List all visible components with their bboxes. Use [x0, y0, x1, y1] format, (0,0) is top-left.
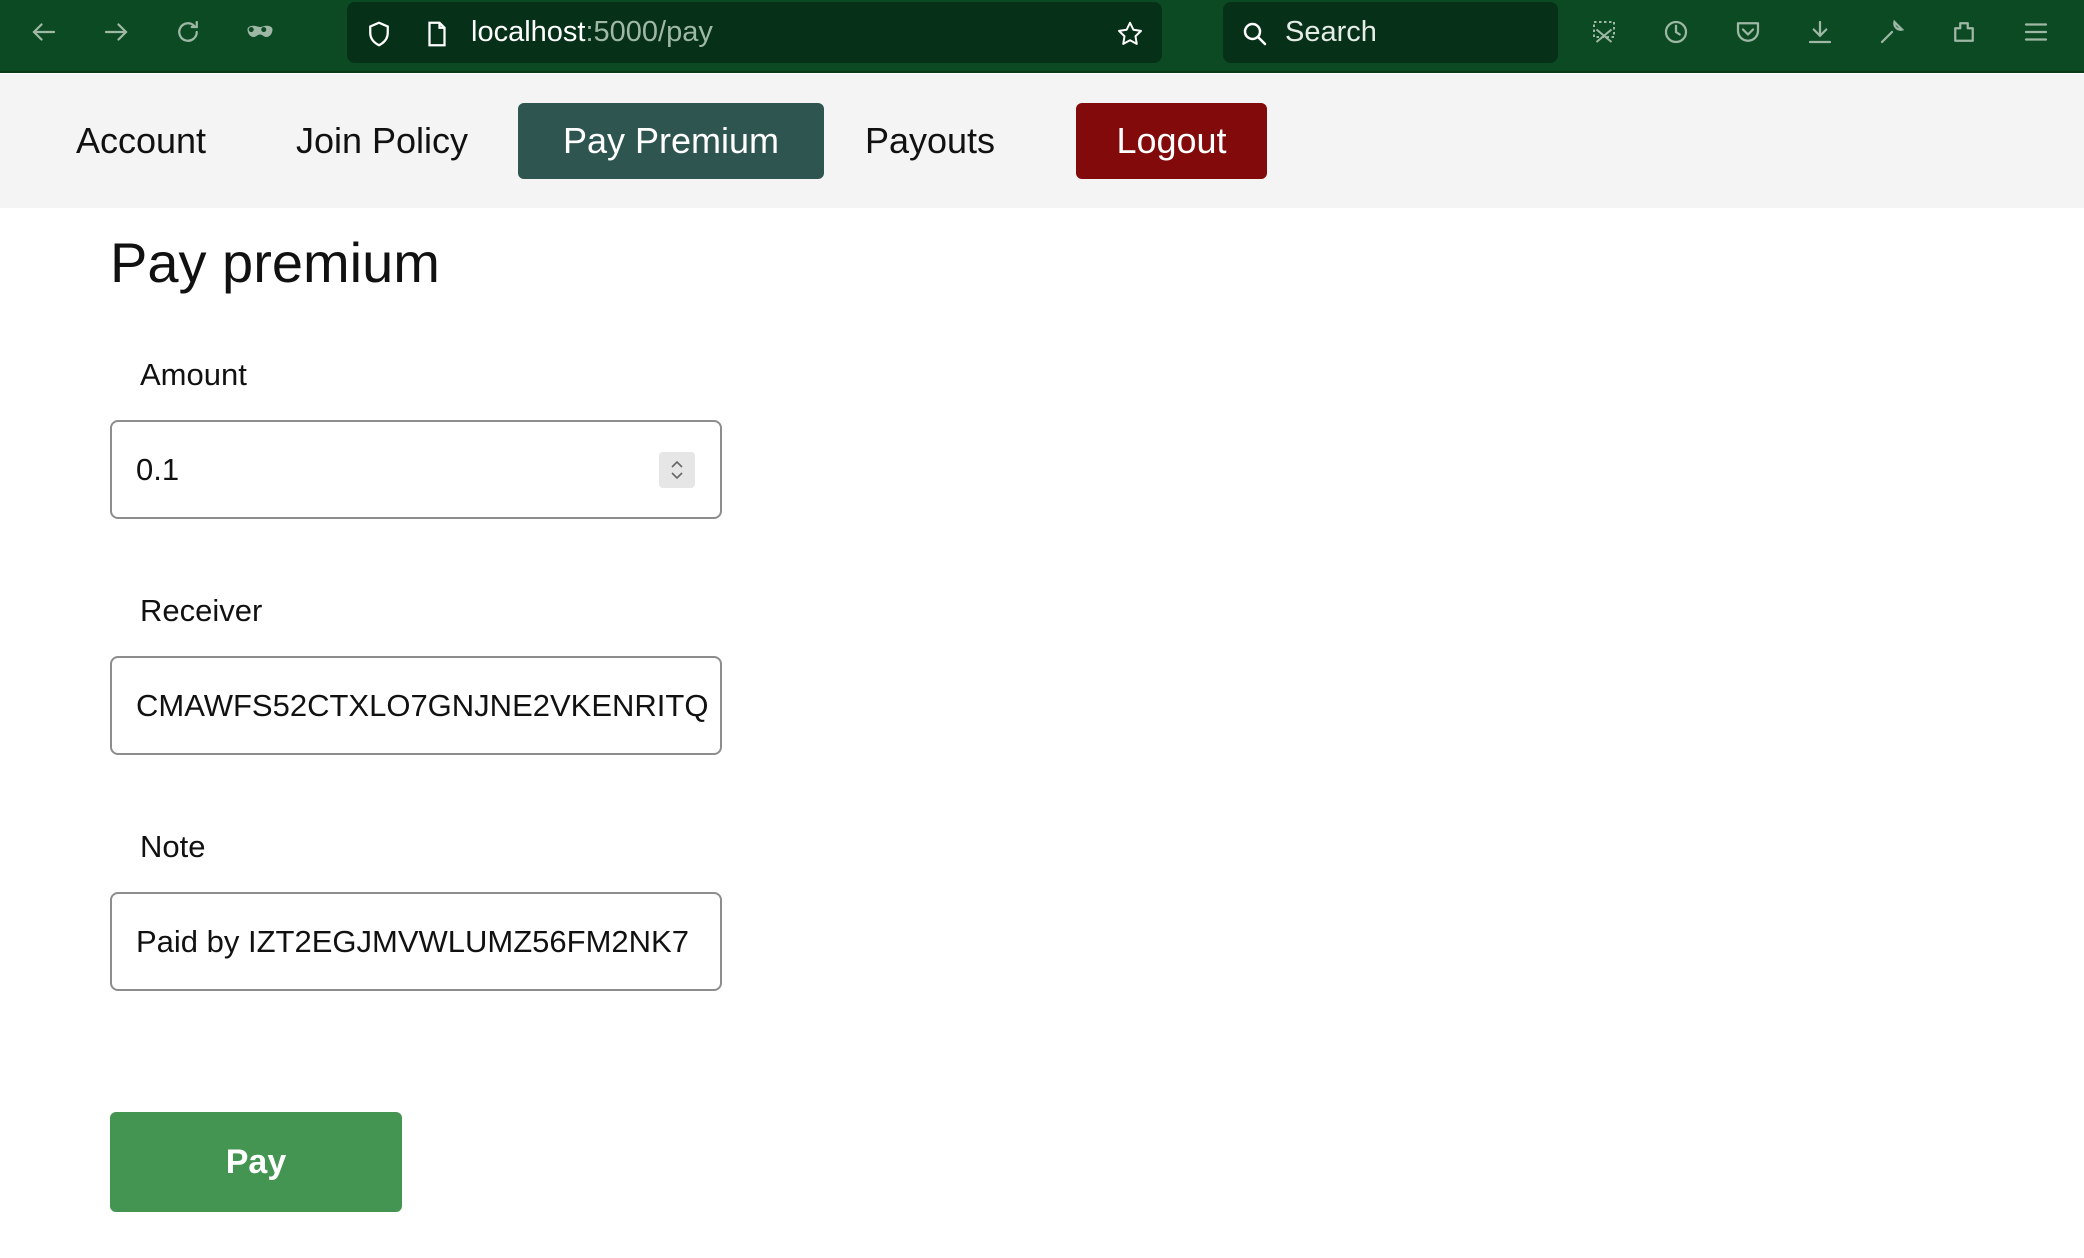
extensions-icon[interactable] [1946, 14, 1982, 50]
wrench-icon[interactable] [1874, 14, 1910, 50]
amount-label: Amount [140, 357, 247, 392]
forward-icon[interactable] [98, 14, 134, 50]
pocket-icon[interactable] [1730, 14, 1766, 50]
menu-icon[interactable] [2018, 14, 2054, 50]
receiver-input[interactable] [136, 658, 708, 753]
nav-pay-premium[interactable]: Pay Premium [518, 103, 824, 179]
search-placeholder: Search [1285, 16, 1377, 48]
receiver-label: Receiver [140, 593, 263, 628]
reload-icon[interactable] [170, 14, 206, 50]
nav-payouts[interactable]: Payouts [848, 103, 1012, 179]
amount-input[interactable] [136, 422, 636, 517]
shield-icon[interactable] [361, 16, 397, 52]
url-path: :5000/pay [585, 16, 713, 48]
download-icon[interactable] [1802, 14, 1838, 50]
note-input[interactable] [136, 894, 708, 989]
history-icon[interactable] [1658, 14, 1694, 50]
private-mask-icon[interactable] [242, 14, 278, 50]
nav-join-policy[interactable]: Join Policy [274, 103, 490, 179]
search-icon [1237, 16, 1273, 52]
nav-account[interactable]: Account [56, 103, 226, 179]
url-text[interactable]: localhost:5000/pay [471, 2, 713, 63]
url-host: localhost [471, 16, 586, 48]
chevron-down-icon[interactable] [669, 470, 685, 482]
bookmark-star-icon[interactable] [1112, 16, 1148, 52]
address-bar[interactable]: localhost:5000/pay [347, 2, 1162, 63]
page-title: Pay premium [110, 231, 440, 294]
receiver-field[interactable] [110, 656, 722, 755]
browser-toolbar: localhost:5000/pay Search [0, 0, 2084, 73]
pay-button[interactable]: Pay [110, 1112, 402, 1212]
note-label: Note [140, 829, 206, 864]
screenshot-icon[interactable] [1586, 14, 1622, 50]
amount-stepper[interactable] [659, 452, 695, 488]
app-navbar: Account Join Policy Pay Premium Payouts … [0, 74, 2084, 208]
back-icon[interactable] [26, 14, 62, 50]
note-field[interactable] [110, 892, 722, 991]
amount-field[interactable] [110, 420, 722, 519]
search-box[interactable]: Search [1223, 2, 1558, 63]
page-icon [419, 16, 455, 52]
chevron-up-icon[interactable] [669, 458, 685, 470]
logout-button[interactable]: Logout [1076, 103, 1267, 179]
